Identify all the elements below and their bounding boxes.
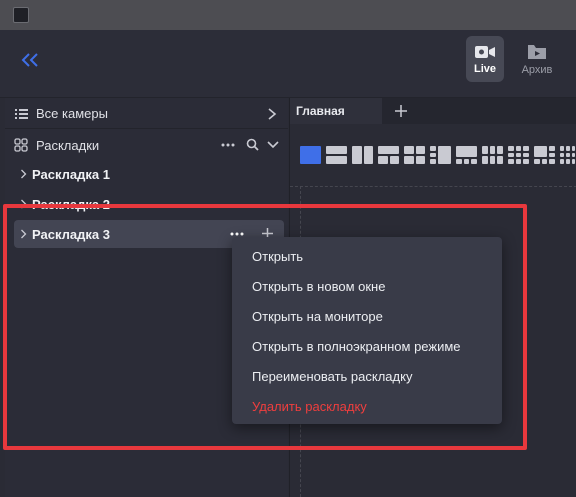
search-icon[interactable] xyxy=(246,138,259,151)
grid-layout-2-cols-button[interactable] xyxy=(352,146,373,164)
menu-item-delete-layout[interactable]: Удалить раскладку xyxy=(232,391,502,421)
grid-layout-2x3-button[interactable] xyxy=(482,146,503,164)
chevron-right-icon[interactable] xyxy=(14,229,32,239)
archive-mode-button[interactable]: Архив xyxy=(516,36,558,82)
all-cameras-row[interactable]: Все камеры xyxy=(5,99,288,129)
chevron-right-icon[interactable] xyxy=(14,169,32,179)
app-icon xyxy=(13,7,29,23)
window-titlebar xyxy=(0,0,576,30)
grid-layout-3x4-button[interactable] xyxy=(560,146,576,164)
grid-layout-2x2-button[interactable] xyxy=(404,146,425,164)
menu-item-rename-layout[interactable]: Переименовать раскладку xyxy=(232,361,502,391)
double-chevron-left-icon xyxy=(21,53,38,67)
layout-item-label: Раскладка 3 xyxy=(32,226,110,242)
live-mode-button[interactable]: Live xyxy=(466,36,504,82)
chevron-right-icon[interactable] xyxy=(267,108,277,120)
layout-context-menu: Открыть Открыть в новом окне Открыть на … xyxy=(232,237,502,424)
menu-item-open-new-window[interactable]: Открыть в новом окне xyxy=(232,271,502,301)
more-icon[interactable] xyxy=(221,143,235,147)
more-icon[interactable] xyxy=(230,232,244,236)
all-cameras-label: Все камеры xyxy=(36,106,108,121)
layout-item-label: Раскладка 2 xyxy=(32,196,110,212)
grid-border-top xyxy=(290,186,576,187)
menu-item-open-on-monitor[interactable]: Открыть на мониторе xyxy=(232,301,502,331)
grid-layout-2-rows-button[interactable] xyxy=(326,146,347,164)
grid-layout-1-plus-5-button[interactable] xyxy=(534,146,555,164)
plus-icon xyxy=(395,105,407,117)
chevron-right-icon[interactable] xyxy=(14,199,32,209)
menu-item-open-fullscreen[interactable]: Открыть в полноэкранном режиме xyxy=(232,331,502,361)
grid-layout-toolbar xyxy=(300,146,576,166)
chevron-down-icon[interactable] xyxy=(267,140,279,149)
layout-item-1[interactable]: Раскладка 1 xyxy=(14,160,284,188)
top-toolbar: Live Архив xyxy=(0,30,576,98)
grid-layout-1-plus-3-button[interactable] xyxy=(430,146,451,164)
live-mode-label: Live xyxy=(473,62,496,75)
layouts-header: Раскладки xyxy=(5,130,288,160)
tab-label: Главная xyxy=(296,104,345,118)
layouts-label: Раскладки xyxy=(36,137,100,153)
grid-layout-1-plus-3b-button[interactable] xyxy=(456,146,477,164)
layout-item-2[interactable]: Раскладка 2 xyxy=(14,190,284,218)
grid-layout-1x1-button[interactable] xyxy=(300,146,321,164)
archive-folder-icon xyxy=(528,44,546,59)
grid-layout-3-button[interactable] xyxy=(378,146,399,164)
archive-mode-label: Архив xyxy=(521,63,553,76)
list-icon xyxy=(15,108,28,119)
collapse-sidebar-button[interactable] xyxy=(16,46,44,74)
tab-main[interactable]: Главная xyxy=(290,98,382,124)
add-tab-button[interactable] xyxy=(391,101,411,121)
layouts-grid-icon xyxy=(14,138,28,152)
video-camera-icon xyxy=(475,45,495,58)
layout-item-label: Раскладка 1 xyxy=(32,166,110,182)
grid-layout-3x3-button[interactable] xyxy=(508,146,529,164)
menu-item-open[interactable]: Открыть xyxy=(232,241,502,271)
tab-bar: Главная xyxy=(290,98,576,124)
